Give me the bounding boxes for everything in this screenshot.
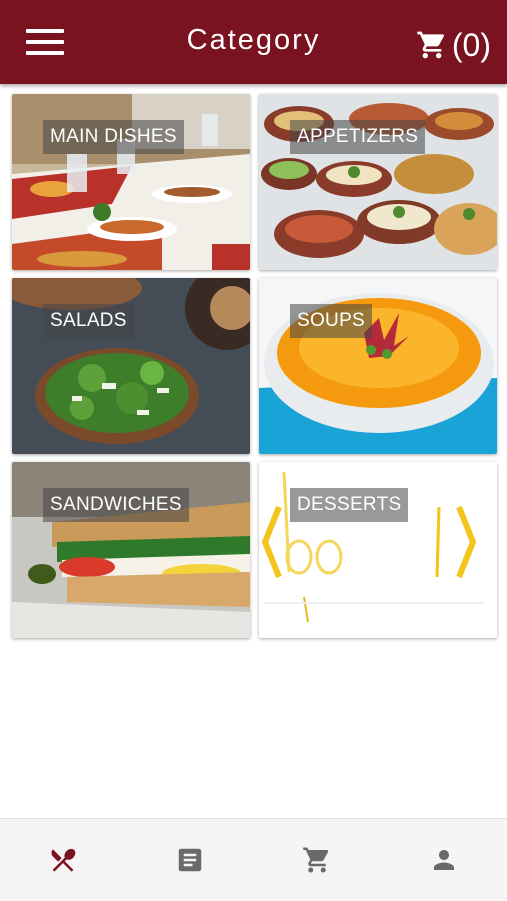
category-label: MAIN DISHES	[43, 120, 184, 154]
profile-icon	[434, 850, 454, 870]
bottom-navigation	[0, 818, 507, 901]
category-card-desserts[interactable]: DESSERTS	[259, 462, 497, 638]
orders-list-icon	[178, 848, 202, 872]
category-label: SANDWICHES	[43, 488, 189, 522]
category-card-appetizers[interactable]: APPETIZERS	[259, 94, 497, 270]
shopping-cart-icon	[417, 31, 444, 59]
nav-item-menu[interactable]	[0, 819, 126, 901]
app-header: Category (0)	[0, 0, 507, 84]
category-card-sandwiches[interactable]: SANDWICHES	[12, 462, 250, 638]
nav-item-profile[interactable]	[381, 819, 507, 901]
nav-item-orders[interactable]	[127, 819, 253, 901]
nav-item-cart[interactable]	[254, 819, 380, 901]
category-card-soups[interactable]: SOUPS	[259, 278, 497, 454]
cart-icon	[303, 847, 329, 873]
category-label: APPETIZERS	[290, 120, 426, 154]
category-grid: MAIN DISHES APPETIZERS SALADS SOUPS SAND…	[12, 94, 497, 639]
utensils-icon	[51, 848, 76, 872]
category-label: DESSERTS	[290, 488, 409, 522]
category-card-salads[interactable]: SALADS	[12, 278, 250, 454]
category-card-main-dishes[interactable]: MAIN DISHES	[12, 94, 250, 270]
category-label: SOUPS	[290, 304, 373, 338]
header-cart-button[interactable]: (0)	[416, 26, 491, 64]
category-label: SALADS	[43, 304, 134, 338]
cart-count: (0)	[451, 26, 491, 63]
